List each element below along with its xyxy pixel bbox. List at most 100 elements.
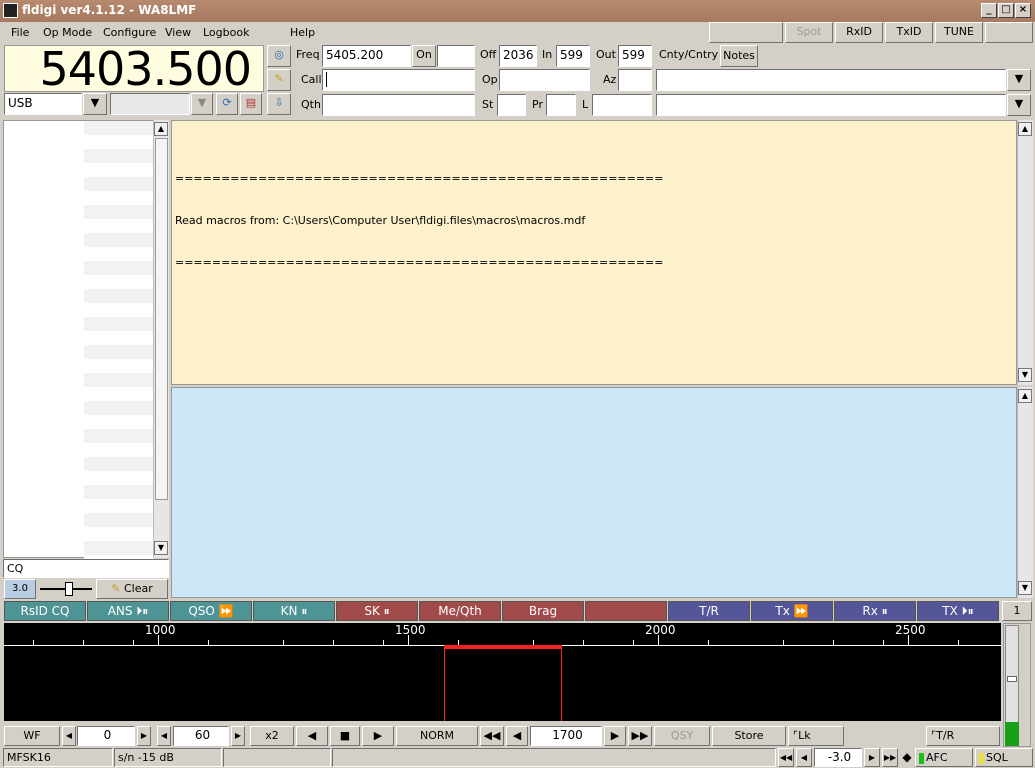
rst-out-field[interactable]: 599 xyxy=(618,45,652,67)
maximize-button[interactable]: □ xyxy=(998,3,1014,18)
macro-sk[interactable]: SK ⏸ xyxy=(336,601,418,621)
wf-stop-button[interactable]: ■ xyxy=(330,726,360,746)
mode-dropdown-button[interactable]: ▼ xyxy=(83,93,107,115)
frequency-display[interactable]: 5403.500 xyxy=(4,45,264,93)
afc-increment[interactable]: ▶ xyxy=(864,748,880,767)
off-field[interactable]: 2036 xyxy=(499,45,537,67)
country-field[interactable] xyxy=(656,69,1006,91)
notes-tab[interactable]: Notes xyxy=(720,45,758,67)
menu-view[interactable]: View xyxy=(165,26,191,39)
afc-value-field[interactable]: -3.0 xyxy=(814,748,862,767)
wf-mode-button[interactable]: WF xyxy=(4,726,60,746)
spot-button[interactable]: Spot xyxy=(785,22,833,43)
carrier-fast-decrement[interactable]: ◀◀ xyxy=(480,726,504,746)
afc-decrement[interactable]: ◀ xyxy=(796,748,812,767)
blank-button[interactable] xyxy=(709,22,783,43)
state-field[interactable] xyxy=(497,94,526,116)
locator-field[interactable] xyxy=(592,94,652,116)
receive-text-pane[interactable]: ========================================… xyxy=(171,120,1017,385)
rst-in-field[interactable]: 599 xyxy=(556,45,590,67)
on-field[interactable] xyxy=(437,45,475,67)
scroll-up-icon[interactable]: ▲ xyxy=(154,122,168,136)
cq-search-field[interactable]: CQ xyxy=(3,559,169,578)
macro-ans[interactable]: ANS ⏵⏸ xyxy=(87,601,169,621)
transmit-text-pane[interactable] xyxy=(171,387,1017,598)
rxid-button[interactable]: RxID xyxy=(835,22,883,43)
clear-button[interactable]: ✎ Clear xyxy=(96,579,168,599)
offset-decrement[interactable]: ◀ xyxy=(62,726,76,746)
signal-cursor-box[interactable] xyxy=(444,649,562,721)
macro-kn[interactable]: KN ⏸ xyxy=(253,601,335,621)
status-mode[interactable]: MFSK16 xyxy=(3,748,113,767)
macro-rsid-cq[interactable]: RsID CQ xyxy=(4,601,86,621)
freq-field[interactable]: 5405.200 xyxy=(322,45,411,67)
qsy-button[interactable]: QSY xyxy=(654,726,710,746)
rate-increment[interactable]: ▶ xyxy=(231,726,245,746)
signal-browser[interactable] xyxy=(3,120,154,559)
slider-handle[interactable] xyxy=(65,582,73,596)
sql-toggle[interactable]: SQL xyxy=(975,748,1033,767)
afc-fast-increment[interactable]: ▶▶ xyxy=(882,748,898,767)
mode-select[interactable]: USB xyxy=(4,93,82,115)
menu-op-mode[interactable]: Op Mode xyxy=(43,26,92,39)
call-field[interactable] xyxy=(322,69,475,91)
refresh-button[interactable]: ⟳ xyxy=(216,93,238,115)
offset-field[interactable]: 0 xyxy=(77,726,135,746)
wf-right-button[interactable]: ▶ xyxy=(362,726,394,746)
globe-button[interactable]: ◎ xyxy=(267,45,291,67)
wf-left-button[interactable]: ◀ xyxy=(296,726,328,746)
macro-tr[interactable]: T/R xyxy=(668,601,750,621)
rate-field[interactable]: 60 xyxy=(173,726,229,746)
macro-tx[interactable]: Tx ⏩ xyxy=(751,601,833,621)
carrier-increment[interactable]: ▶ xyxy=(604,726,626,746)
az-field[interactable] xyxy=(618,69,652,91)
tx-lock-icon[interactable]: ◆ xyxy=(900,750,914,766)
scroll-up-icon[interactable]: ▲ xyxy=(1018,122,1032,136)
qth-field[interactable] xyxy=(322,94,475,116)
macro-qso[interactable]: QSO ⏩ xyxy=(170,601,252,621)
offset-increment[interactable]: ▶ xyxy=(137,726,151,746)
carrier-decrement[interactable]: ◀ xyxy=(506,726,528,746)
menu-file[interactable]: File xyxy=(11,26,29,39)
store-button[interactable]: Store xyxy=(712,726,786,746)
squelch-slider[interactable] xyxy=(38,581,95,597)
scroll-down-icon[interactable]: ▼ xyxy=(1018,368,1032,382)
save-log-button[interactable]: ⇩ xyxy=(267,93,291,115)
scroll-thumb[interactable] xyxy=(155,138,168,500)
carrier-field[interactable]: 1700 xyxy=(530,726,602,746)
norm-button[interactable]: NORM xyxy=(396,726,478,746)
menu-logbook[interactable]: Logbook xyxy=(203,26,249,39)
scroll-up-icon[interactable]: ▲ xyxy=(1018,389,1032,403)
zoom-button[interactable]: x2 xyxy=(250,726,294,746)
carrier-fast-increment[interactable]: ▶▶ xyxy=(628,726,652,746)
menu-help[interactable]: Help xyxy=(290,26,315,39)
waterfall[interactable]: 1000 1500 2000 2500 xyxy=(4,623,1001,721)
notes-field[interactable] xyxy=(656,94,1006,116)
country-dropdown-button[interactable]: ▼ xyxy=(1007,69,1031,91)
macro-brag[interactable]: Brag xyxy=(502,601,584,621)
txid-button[interactable]: TxID xyxy=(885,22,933,43)
level-slider-handle[interactable] xyxy=(1007,676,1017,682)
notes-dropdown-button[interactable]: ▼ xyxy=(1007,94,1031,116)
macro-me-qth[interactable]: Me/Qth xyxy=(419,601,501,621)
macro-empty[interactable] xyxy=(585,601,667,621)
macro-tx-stop[interactable]: TX ⏵⏸ xyxy=(917,601,999,621)
on-button[interactable]: On xyxy=(412,45,436,67)
scroll-down-icon[interactable]: ▼ xyxy=(154,541,168,555)
transmit-scrollbar[interactable]: ▲ ▼ xyxy=(1017,387,1033,598)
rate-decrement[interactable]: ◀ xyxy=(157,726,171,746)
clear-log-button[interactable]: ✎ xyxy=(267,69,291,91)
minimize-button[interactable]: _ xyxy=(981,3,997,18)
bandwidth-dropdown-button[interactable]: ▼ xyxy=(191,93,213,115)
close-button[interactable]: × xyxy=(1015,3,1031,18)
tune-button[interactable]: TUNE xyxy=(935,22,983,43)
receive-scrollbar[interactable]: ▲ ▼ xyxy=(1017,120,1033,385)
scroll-down-icon[interactable]: ▼ xyxy=(1018,581,1032,595)
afc-fast-decrement[interactable]: ◀◀ xyxy=(778,748,794,767)
op-field[interactable] xyxy=(499,69,590,91)
bandwidth-select[interactable] xyxy=(110,93,190,115)
browser-scrollbar[interactable]: ▲ ▼ xyxy=(153,120,169,558)
book-button[interactable]: ▤ xyxy=(240,93,262,115)
lock-toggle[interactable]: ⌜Lk xyxy=(788,726,844,746)
tr-toggle[interactable]: ⌜T/R xyxy=(926,726,1000,746)
